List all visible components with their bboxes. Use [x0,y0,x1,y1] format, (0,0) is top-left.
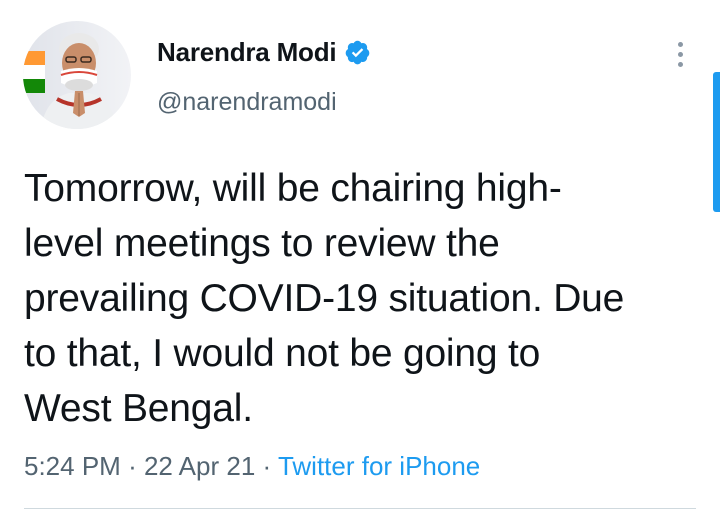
avatar-photo [23,21,131,129]
tweet-date[interactable]: 22 Apr 21 [144,451,255,481]
more-dot [677,61,683,67]
tweet-time[interactable]: 5:24 PM [24,451,121,481]
meta-separator: · [262,451,272,481]
tweet-metadata: 5:24 PM · 22 Apr 21 · Twitter for iPhone [24,449,480,483]
more-dot [677,41,683,47]
verified-badge-icon [344,39,371,66]
divider [24,508,696,509]
author-handle[interactable]: @narendramodi [157,86,337,118]
author-name[interactable]: Narendra Modi [157,36,371,68]
author-avatar[interactable] [23,21,131,129]
meta-separator: · [128,451,137,481]
tweet-text: Tomorrow, will be chairing high- level m… [24,167,625,430]
scrollbar-thumb[interactable] [713,72,720,212]
author-display-name[interactable]: Narendra Modi [157,36,337,68]
more-options-icon[interactable] [666,36,694,72]
more-dot [677,51,683,57]
tweet-detail: Narendra Modi @narendramodi Tomorrow, wi… [0,0,720,513]
tweet-source-link[interactable]: Twitter for iPhone [278,451,480,481]
